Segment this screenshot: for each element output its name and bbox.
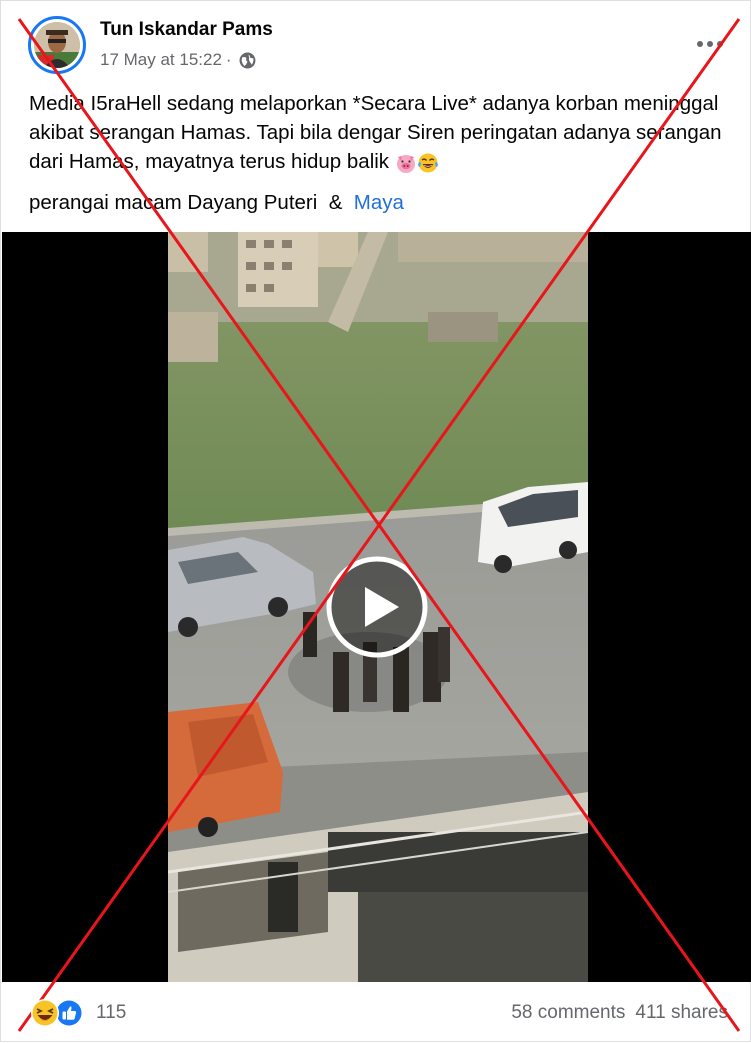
author-name[interactable]: Tun Iskandar Pams bbox=[100, 19, 273, 41]
video-player[interactable] bbox=[2, 232, 751, 982]
more-options-icon bbox=[697, 41, 723, 47]
reaction-count: 115 bbox=[96, 1002, 127, 1023]
meta-separator: · bbox=[225, 50, 232, 69]
post-body: Media I5raHell sedang melaporkan *Secara… bbox=[29, 89, 729, 217]
facebook-post-card: Tun Iskandar Pams 17 May at 15:22 · Medi… bbox=[0, 0, 751, 1042]
mention-link[interactable]: Maya bbox=[354, 191, 404, 214]
avatar-photo bbox=[34, 22, 80, 68]
haha-reaction-icon bbox=[30, 998, 60, 1028]
play-button[interactable] bbox=[325, 555, 429, 659]
post-timestamp[interactable]: 17 May at 15:22 bbox=[100, 50, 222, 70]
post-text-line1: Media I5raHell sedang melaporkan *Secara… bbox=[29, 92, 722, 173]
globe-icon[interactable] bbox=[239, 52, 256, 69]
author-avatar[interactable] bbox=[28, 16, 86, 74]
post-text-line2-prefix: perangai macam Dayang Puteri bbox=[29, 191, 318, 214]
ampersand: & bbox=[328, 191, 343, 214]
post-text-line2: perangai macam Dayang Puteri & Maya bbox=[29, 188, 729, 217]
post-text-paragraph: Media I5raHell sedang melaporkan *Secara… bbox=[29, 89, 729, 176]
reactions-summary[interactable]: 115 bbox=[30, 998, 126, 1028]
play-icon bbox=[326, 556, 428, 658]
crying-laughing-emoji bbox=[417, 152, 439, 174]
post-meta: 17 May at 15:22 · bbox=[100, 50, 256, 70]
shares-count[interactable]: 411 shares bbox=[635, 1002, 728, 1024]
engagement-counts: 58 comments 411 shares bbox=[511, 1002, 728, 1024]
pig-face-emoji bbox=[395, 152, 417, 174]
comments-count[interactable]: 58 comments bbox=[511, 1002, 625, 1024]
more-options-button[interactable] bbox=[690, 29, 730, 59]
